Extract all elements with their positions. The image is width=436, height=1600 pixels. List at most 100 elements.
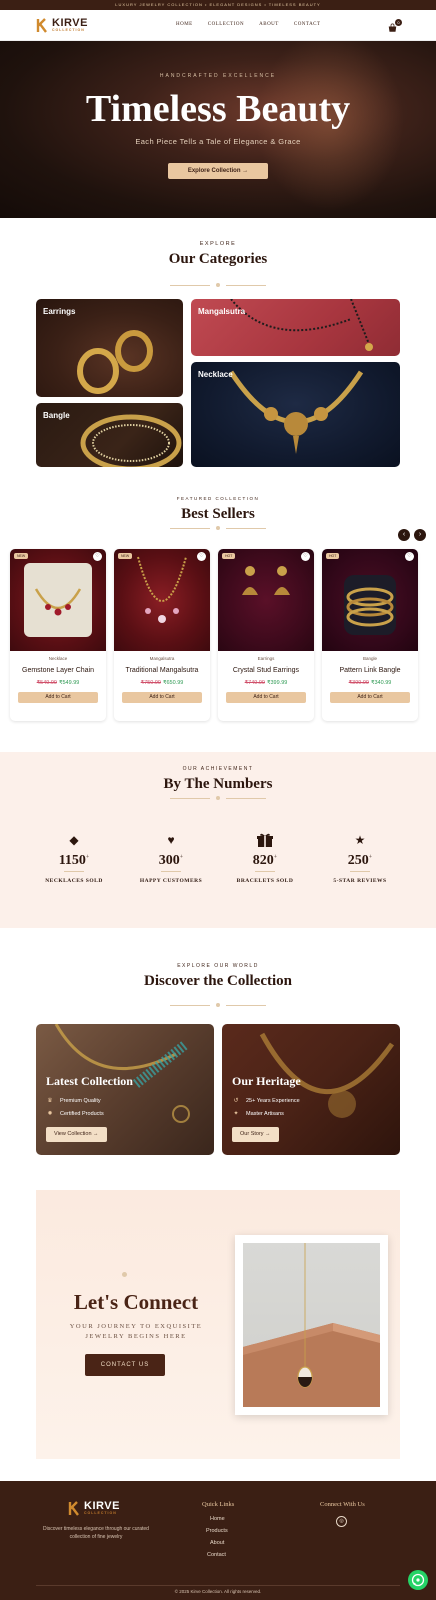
footer-link-products[interactable]: Products: [206, 1528, 228, 1534]
product-name[interactable]: Gemstone Layer Chain: [10, 667, 106, 674]
bangle-product-image: [344, 575, 396, 635]
product-old-price: ₹549.99: [36, 680, 57, 686]
whatsapp-icon: [411, 1573, 425, 1587]
footer-description: Discover timeless elegance through our c…: [43, 1526, 149, 1540]
connect-subtitle: YOUR JOURNEY TO EXQUISITE JEWELRY BEGINS…: [36, 1322, 236, 1342]
product-image: [10, 549, 106, 651]
heritage-card[interactable]: Our Heritage ↺ 25+ Years Experience ✦ Mast…: [222, 1024, 400, 1155]
nav-link-home[interactable]: HOME: [176, 22, 193, 27]
cart-button[interactable]: 0: [388, 19, 402, 34]
category-card-earrings[interactable]: Earrings: [36, 299, 183, 397]
logo[interactable]: KIRVE COLLECTION: [36, 18, 88, 33]
connect-subtitle-line-1: YOUR JOURNEY TO EXQUISITE: [69, 1323, 203, 1330]
stat-bracelets-sold: 820+ BRACELETS SOLD: [220, 833, 310, 884]
numbers-eyebrow: OUR ACHIEVEMENT: [182, 766, 254, 772]
connect-title: Let's Connect: [73, 1290, 199, 1314]
product-name[interactable]: Traditional Mangalsutra: [114, 667, 210, 674]
mangalsutra-product-image: [137, 556, 187, 623]
logo-icon: [36, 18, 47, 33]
product-name[interactable]: Crystal Stud Earrings: [218, 667, 314, 674]
footer-link-home[interactable]: Home: [210, 1516, 225, 1522]
connect-photo-frame: [235, 1235, 388, 1415]
feature-label: Premium Quality: [60, 1097, 101, 1104]
decorative-dot: [122, 1272, 127, 1277]
section-divider: [170, 1003, 266, 1007]
product-name[interactable]: Pattern Link Bangle: [322, 667, 418, 674]
view-collection-button[interactable]: View Collection →: [46, 1127, 107, 1142]
star-icon: ★: [354, 833, 366, 847]
stat-necklaces-sold: ◆ 1150+ NECKLACES SOLD: [29, 833, 119, 884]
latest-collection-title: Latest Collection: [46, 1074, 133, 1088]
wishlist-heart-icon[interactable]: ♡: [301, 552, 310, 561]
heritage-title: Our Heritage: [232, 1074, 301, 1088]
copyright: © 2025 Kirve Collection. All rights rese…: [174, 1589, 262, 1594]
add-to-cart-button[interactable]: Add to Cart: [18, 692, 98, 703]
wishlist-heart-icon[interactable]: ♡: [197, 552, 206, 561]
category-card-necklace[interactable]: Necklace: [191, 362, 400, 467]
section-divider: [170, 526, 266, 530]
wishlist-heart-icon[interactable]: ♡: [405, 552, 414, 561]
footer-divider: [36, 1585, 400, 1586]
pendant-image: [243, 1243, 380, 1407]
feature-label: 25+ Years Experience: [246, 1097, 300, 1104]
section-divider: [170, 283, 266, 287]
category-card-bangle[interactable]: Bangle: [36, 403, 183, 467]
feature-certified-products: ✹ Certified Products: [46, 1110, 104, 1118]
add-to-cart-button[interactable]: Add to Cart: [226, 692, 306, 703]
discover-eyebrow: EXPLORE OUR WORLD: [177, 963, 259, 969]
history-icon: ↺: [233, 1098, 239, 1104]
product-badge: HOT: [222, 553, 236, 559]
wishlist-heart-icon[interactable]: ♡: [93, 552, 102, 561]
footer-link-contact[interactable]: Contact: [207, 1552, 226, 1558]
add-to-cart-button[interactable]: Add to Cart: [330, 692, 410, 703]
product-badge: HOT: [326, 553, 340, 559]
product-card[interactable]: NEW ♡ Mangalsutra Traditional Mangalsutr…: [114, 549, 210, 721]
footer-link-about[interactable]: About: [210, 1540, 224, 1546]
stat-plus: +: [368, 854, 373, 861]
nav-link-about[interactable]: ABOUT: [259, 22, 279, 27]
carousel-next-button[interactable]: ›: [414, 529, 426, 541]
stat-label: HAPPY CUSTOMERS: [139, 878, 203, 884]
product-card[interactable]: HOT ♡ Earrings Crystal Stud Earrings ₹74…: [218, 549, 314, 721]
nav-link-collection[interactable]: COLLECTION: [208, 22, 244, 27]
numbers-title: By The Numbers: [163, 776, 273, 792]
diamond-icon: ◆: [69, 833, 79, 847]
connect-with-us-heading: Connect With Us: [320, 1501, 365, 1508]
contact-us-button[interactable]: CONTACT US: [85, 1354, 165, 1376]
product-category: Necklace: [48, 656, 68, 661]
category-label: Earrings: [43, 307, 76, 316]
product-card[interactable]: NEW ♡ Necklace Gemstone Layer Chain ₹549…: [10, 549, 106, 721]
bestsellers-title: Best Sellers: [181, 506, 255, 522]
category-label: Bangle: [43, 411, 70, 420]
carousel-prev-button[interactable]: ‹: [398, 529, 410, 541]
our-story-button[interactable]: Our Story →: [232, 1127, 279, 1142]
feature-years-experience: ↺ 25+ Years Experience: [232, 1097, 300, 1105]
add-to-cart-button[interactable]: Add to Cart: [122, 692, 202, 703]
instagram-icon[interactable]: ◎: [336, 1516, 347, 1527]
product-price: ₹749.99 ₹399.99: [218, 680, 314, 686]
latest-collection-card[interactable]: Latest Collection ♛ Premium Quality ✹ Cert…: [36, 1024, 214, 1155]
stat-value: 820: [252, 853, 274, 868]
hero-title: Timeless Beauty: [85, 88, 351, 130]
feature-label: Certified Products: [60, 1110, 104, 1117]
stat-label: 5-STAR REVIEWS: [333, 878, 387, 884]
whatsapp-chat-button[interactable]: [408, 1570, 428, 1590]
stat-value: 250: [347, 853, 369, 868]
navbar: KIRVE COLLECTION HOME COLLECTION ABOUT C…: [0, 10, 436, 41]
stat-plus: +: [85, 854, 90, 861]
necklace-product-image: [24, 563, 92, 637]
product-category: Bangle: [362, 656, 377, 661]
footer: KIRVE COLLECTION Discover timeless elega…: [0, 1481, 436, 1600]
section-divider: [170, 796, 266, 800]
category-card-mangalsutra[interactable]: Mangalsutra: [191, 299, 400, 356]
footer-logo[interactable]: KIRVE COLLECTION: [68, 1501, 120, 1516]
quick-links-heading: Quick Links: [202, 1501, 235, 1508]
product-sale-price: ₹650.99: [163, 680, 184, 686]
product-card[interactable]: HOT ♡ Bangle Pattern Link Bangle ₹399.99…: [322, 549, 418, 721]
connect-section: Let's Connect YOUR JOURNEY TO EXQUISITE …: [36, 1190, 400, 1459]
hero-banner: HANDCRAFTED EXCELLENCE Timeless Beauty E…: [0, 41, 436, 218]
stat-value: 300: [158, 853, 180, 868]
feature-master-artisans: ✦ Master Artisans: [232, 1110, 283, 1118]
nav-link-contact[interactable]: CONTACT: [294, 22, 321, 27]
explore-collection-button[interactable]: Explore Collection →: [168, 163, 268, 179]
